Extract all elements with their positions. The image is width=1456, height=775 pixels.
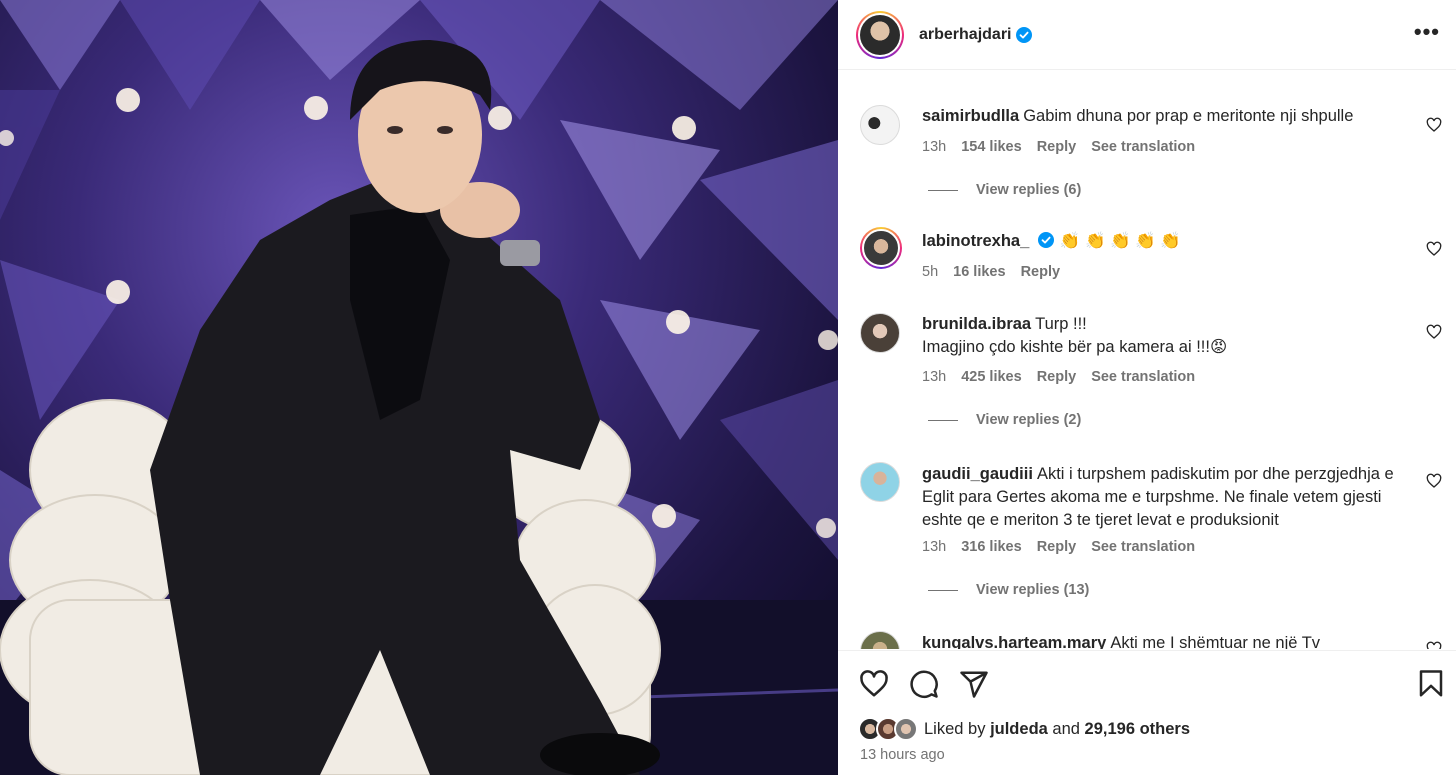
post-timestamp[interactable]: 13 hours ago: [860, 747, 945, 763]
comments-list[interactable]: saimirbudlla Gabim dhuna por prap e merit…: [838, 71, 1456, 649]
comment-likes[interactable]: 316 likes: [961, 539, 1021, 555]
commenter-username[interactable]: kungalvs.harteam.mary: [922, 634, 1106, 649]
reply-button[interactable]: Reply: [1037, 369, 1077, 385]
author-username[interactable]: arberhajdari: [919, 26, 1011, 44]
view-replies-label: View replies (2): [976, 412, 1082, 428]
comment-likes[interactable]: 16 likes: [953, 264, 1005, 280]
liked-by-avatars[interactable]: [858, 717, 918, 741]
replies-divider: [928, 189, 958, 191]
comment-time: 13h: [922, 539, 947, 555]
see-translation-button[interactable]: See translation: [1091, 139, 1195, 155]
comment-text: brunilda.ibraa Turp !!! Imagjino çdo kish…: [922, 315, 1228, 356]
heart-icon[interactable]: [1426, 117, 1442, 133]
post-photo[interactable]: [0, 0, 838, 775]
commenter-avatar[interactable]: [860, 462, 900, 502]
post-image: [0, 0, 838, 775]
comment-icon[interactable]: [909, 669, 939, 699]
view-replies-button[interactable]: View replies (13): [928, 582, 1089, 598]
post-header: arberhajdari •••: [838, 0, 1456, 70]
reply-button[interactable]: Reply: [1037, 539, 1077, 555]
post-panel: arberhajdari ••• saimirbudlla Gabim dhuna…: [838, 0, 1456, 775]
reply-button[interactable]: Reply: [1037, 139, 1077, 155]
verified-icon: [1037, 232, 1054, 248]
comment-time: 13h: [922, 369, 947, 385]
bookmark-icon[interactable]: [1416, 669, 1446, 699]
comment-meta: 13h 316 likes Reply See translation: [922, 539, 1195, 555]
commenter-avatar[interactable]: [860, 227, 902, 269]
heart-icon[interactable]: [1426, 473, 1442, 489]
comment-meta: 13h 154 likes Reply See translation: [922, 139, 1195, 155]
heart-icon[interactable]: [859, 669, 889, 699]
comment-likes[interactable]: 425 likes: [961, 369, 1021, 385]
author-avatar[interactable]: [856, 10, 904, 59]
view-replies-label: View replies (6): [976, 182, 1082, 198]
view-replies-button[interactable]: View replies (2): [928, 412, 1081, 428]
reply-button[interactable]: Reply: [1021, 264, 1061, 280]
comment-text: kungalvs.harteam.mary Akti me I shëmtuar …: [922, 632, 1422, 649]
heart-icon[interactable]: [1426, 641, 1442, 649]
replies-divider: [928, 419, 958, 421]
comment-meta: 5h 16 likes Reply: [922, 264, 1060, 280]
comment-text: gaudii_gaudiii Akti i turpshem padiskutim…: [922, 465, 1394, 529]
liked-by-text: Liked by juldeda and 29,196 others: [924, 719, 1191, 738]
view-replies-button[interactable]: View replies (6): [928, 182, 1081, 198]
comment-time: 5h: [922, 264, 939, 280]
comment-time: 13h: [922, 139, 947, 155]
commenter-avatar[interactable]: [860, 105, 900, 145]
liked-by: Liked by juldeda and 29,196 others: [858, 717, 1190, 741]
commenter-username[interactable]: gaudii_gaudiii: [922, 465, 1033, 483]
comment-text: saimirbudlla Gabim dhuna por prap e merit…: [922, 107, 1354, 125]
liked-by-user[interactable]: juldeda: [990, 720, 1048, 738]
commenter-username[interactable]: saimirbudlla: [922, 107, 1019, 125]
see-translation-button[interactable]: See translation: [1091, 369, 1195, 385]
liked-by-others[interactable]: 29,196 others: [1085, 720, 1190, 738]
comment-text: labinotrexha_ 👏 👏 👏 👏 👏: [922, 232, 1181, 250]
replies-divider: [928, 589, 958, 591]
comment-meta: 13h 425 likes Reply See translation: [922, 369, 1195, 385]
share-icon[interactable]: [959, 669, 989, 699]
comment-likes[interactable]: 154 likes: [961, 139, 1021, 155]
commenter-avatar[interactable]: [860, 313, 900, 353]
commenter-avatar[interactable]: [860, 631, 900, 649]
heart-icon[interactable]: [1426, 324, 1442, 340]
heart-icon[interactable]: [1426, 241, 1442, 257]
commenter-username[interactable]: labinotrexha_: [922, 232, 1029, 250]
verified-icon: [1016, 26, 1033, 43]
view-replies-label: View replies (13): [976, 582, 1090, 598]
see-translation-button[interactable]: See translation: [1091, 539, 1195, 555]
commenter-username[interactable]: brunilda.ibraa: [922, 315, 1031, 333]
more-icon[interactable]: •••: [1414, 21, 1440, 43]
